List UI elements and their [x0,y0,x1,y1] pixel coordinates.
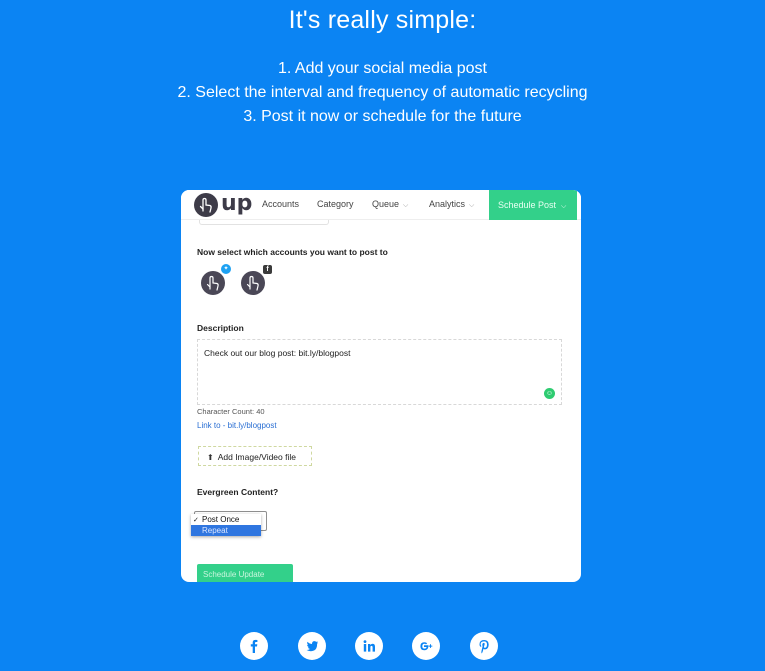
account-avatar-twitter[interactable] [201,271,225,295]
steps-list: 1. Add your social media post 2. Select … [0,57,765,129]
app-screenshot-card: up Accounts Category Queue ⌵ Analytics ⌵ S… [181,190,581,582]
nav-queue[interactable]: Queue ⌵ [372,199,408,210]
add-media-button[interactable]: ⬆ Add Image/Video file [198,446,312,466]
step-2: 2. Select the interval and frequency of … [177,84,588,101]
hand-pointer-icon [206,275,219,291]
logo-icon[interactable] [194,193,218,217]
twitter-icon: ✦ [221,264,231,274]
step-3: 3. Post it now or schedule for the futur… [243,108,522,125]
hand-pointer-icon [246,275,259,291]
accounts-heading: Now select which accounts you want to po… [197,247,388,257]
chevron-down-icon: ⌵ [403,202,409,209]
chevron-down-icon: ⌵ [469,202,475,209]
nav-queue-label: Queue [372,199,400,209]
facebook-icon[interactable] [240,632,268,660]
chevron-down-icon: ⌵ [561,203,567,210]
facebook-icon: f [263,265,272,274]
nav-analytics[interactable]: Analytics ⌵ [429,199,474,210]
twitter-icon[interactable] [298,632,326,660]
evergreen-dropdown[interactable]: ✓ Post Once Repeat [191,514,261,536]
description-text: Check out our blog post: bit.ly/blogpost [204,348,351,358]
character-count: Character Count: 40 [197,407,265,416]
nav-accounts[interactable]: Accounts [262,199,299,209]
step-1: 1. Add your social media post [277,60,487,77]
linkedin-icon[interactable] [355,632,383,660]
option-repeat-label: Repeat [202,526,228,535]
schedule-post-label: Schedule Post [498,200,557,210]
link-to[interactable]: Link to - bit.ly/blogpost [197,421,277,430]
google-plus-icon[interactable] [412,632,440,660]
description-label: Description [197,323,244,333]
nav-analytics-label: Analytics [429,199,466,209]
logo-text[interactable]: up [221,191,252,217]
option-post-once[interactable]: ✓ Post Once [191,514,261,525]
schedule-post-button[interactable]: Schedule Post ⌵ [489,190,577,220]
emoji-icon[interactable]: ☺ [544,388,555,399]
partial-field [199,220,329,225]
evergreen-label: Evergreen Content? [197,487,279,497]
upload-icon: ⬆ [207,453,214,462]
description-textarea[interactable]: Check out our blog post: bit.ly/blogpost… [197,339,562,405]
page-headline: It's really simple: [288,6,477,34]
option-repeat[interactable]: Repeat [191,525,261,536]
account-avatar-facebook[interactable] [241,271,265,295]
nav-category[interactable]: Category [317,199,354,209]
app-navbar: up Accounts Category Queue ⌵ Analytics ⌵ S… [181,190,581,220]
pinterest-icon[interactable] [470,632,498,660]
option-post-once-label: Post Once [202,515,240,524]
schedule-update-button[interactable]: Schedule Update [197,564,293,582]
add-media-label: Add Image/Video file [217,452,296,462]
